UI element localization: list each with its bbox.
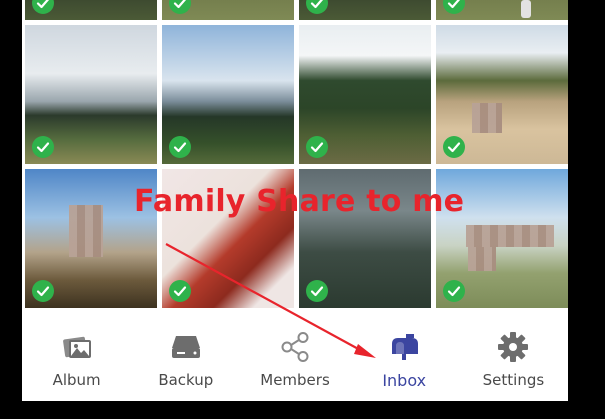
tab-label: Members (260, 371, 330, 389)
photo-tile[interactable] (162, 0, 294, 20)
tab-settings[interactable]: Settings (459, 312, 568, 401)
blurred-region (472, 103, 502, 133)
check-icon[interactable] (32, 280, 54, 302)
tab-label: Settings (482, 371, 545, 389)
check-icon[interactable] (306, 0, 328, 14)
check-icon[interactable] (169, 0, 191, 14)
check-icon[interactable] (443, 136, 465, 158)
check-icon[interactable] (169, 136, 191, 158)
tab-backup[interactable]: Backup (131, 312, 240, 401)
gear-icon (496, 330, 530, 364)
blurred-region (69, 205, 103, 257)
share-icon (278, 330, 312, 364)
check-icon[interactable] (169, 280, 191, 302)
inbox-mailbox-icon (387, 330, 421, 364)
scroll-indicator[interactable] (521, 0, 531, 18)
photo-tile[interactable] (25, 0, 157, 20)
blurred-region (468, 247, 496, 271)
blurred-region (466, 225, 554, 247)
check-icon[interactable] (306, 136, 328, 158)
photo-tile[interactable] (436, 25, 568, 164)
backup-drive-icon (169, 330, 203, 364)
tab-album[interactable]: Album (22, 312, 131, 401)
check-icon[interactable] (443, 280, 465, 302)
check-icon[interactable] (32, 0, 54, 14)
check-icon[interactable] (306, 280, 328, 302)
photo-tile[interactable] (162, 25, 294, 164)
photo-tile[interactable] (299, 25, 431, 164)
album-icon (60, 330, 94, 364)
photo-tile[interactable] (436, 0, 568, 20)
tab-label: Album (52, 371, 101, 389)
tab-label: Backup (158, 371, 214, 389)
tab-inbox[interactable]: Inbox (350, 312, 459, 401)
photo-tile[interactable] (25, 25, 157, 164)
bottom-tab-bar: Album Backup Members Inbox Settings (22, 312, 568, 401)
photo-grid (22, 0, 568, 308)
photo-tile[interactable] (299, 0, 431, 20)
check-icon[interactable] (443, 0, 465, 14)
tab-members[interactable]: Members (240, 312, 349, 401)
tab-label: Inbox (382, 371, 427, 390)
check-icon[interactable] (32, 136, 54, 158)
annotation-label: Family Share to me (134, 184, 465, 219)
